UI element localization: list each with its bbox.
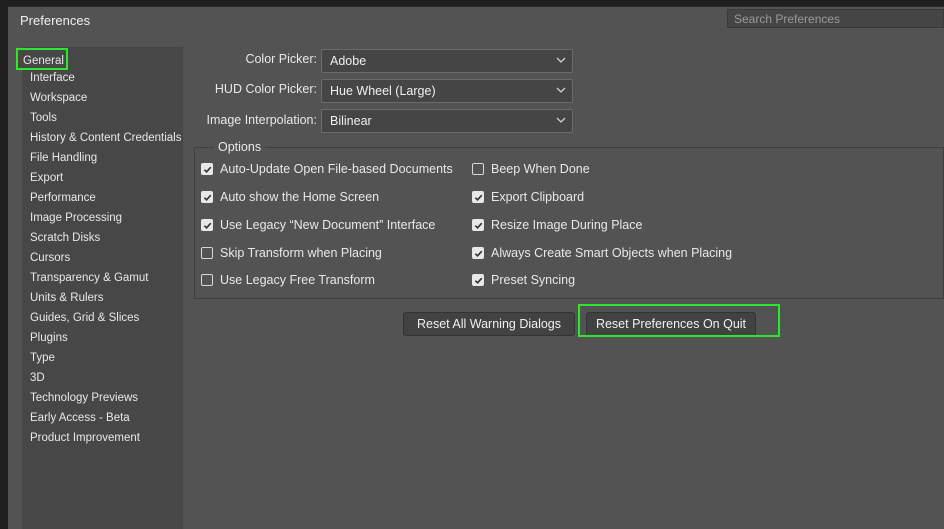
option-beep-when-done[interactable]: Beep When Done: [472, 160, 590, 178]
reset-all-warning-dialogs-button[interactable]: Reset All Warning Dialogs: [403, 312, 575, 336]
sidebar-item-units-rulers[interactable]: Units & Rulers: [26, 289, 108, 307]
option-label: Auto-Update Open File-based Documents: [220, 162, 453, 176]
checkmark-icon: [474, 222, 482, 229]
image-interpolation-label: Image Interpolation:: [206, 113, 318, 127]
checkmark-icon: [203, 222, 211, 229]
sidebar-item-export[interactable]: Export: [26, 169, 67, 187]
sidebar-item-transparency-gamut[interactable]: Transparency & Gamut: [26, 269, 152, 287]
option-label: Use Legacy Free Transform: [220, 273, 375, 287]
sidebar-item-guides-grid-slices[interactable]: Guides, Grid & Slices: [26, 309, 143, 327]
hud-color-picker-value: Hue Wheel (Large): [330, 84, 436, 98]
background-edge: [0, 0, 8, 528]
reset-preferences-on-quit-button[interactable]: Reset Preferences On Quit: [586, 312, 756, 336]
color-picker-label: Color Picker:: [245, 52, 317, 66]
option-label: Preset Syncing: [491, 273, 576, 287]
option-resize-image-during-place[interactable]: Resize Image During Place: [472, 216, 642, 234]
checkmark-icon: [203, 194, 211, 201]
chevron-down-icon: [556, 87, 566, 93]
sidebar-item-general[interactable]: General: [16, 48, 68, 70]
checkbox-unchecked[interactable]: [201, 274, 213, 286]
checkmark-icon: [474, 277, 482, 284]
option-label: Use Legacy “New Document” Interface: [220, 218, 436, 232]
checkbox-checked[interactable]: [201, 191, 213, 203]
image-interpolation-dropdown[interactable]: Bilinear: [321, 109, 573, 133]
checkmark-icon: [474, 250, 482, 257]
option-preset-syncing[interactable]: Preset Syncing: [472, 271, 575, 289]
option-label: Export Clipboard: [491, 190, 585, 204]
sidebar-item-interface[interactable]: Interface: [26, 69, 79, 87]
sidebar-item-3d[interactable]: 3D: [26, 369, 49, 387]
sidebar-item-scratch-disks[interactable]: Scratch Disks: [26, 229, 104, 247]
sidebar-item-cursors[interactable]: Cursors: [26, 249, 74, 267]
option-label: Skip Transform when Placing: [220, 246, 382, 260]
option-skip-transform-when-placing[interactable]: Skip Transform when Placing: [201, 244, 382, 262]
checkbox-checked[interactable]: [472, 219, 484, 231]
option-label: Auto show the Home Screen: [220, 190, 380, 204]
sidebar-item-type[interactable]: Type: [26, 349, 59, 367]
image-interpolation-value: Bilinear: [330, 114, 372, 128]
checkbox-checked[interactable]: [472, 274, 484, 286]
chevron-down-icon: [556, 57, 566, 63]
sidebar-item-file-handling[interactable]: File Handling: [26, 149, 101, 167]
options-legend: Options: [214, 140, 266, 154]
option-export-clipboard[interactable]: Export Clipboard: [472, 188, 584, 206]
dialog-title: Preferences: [20, 13, 91, 28]
option-label: Beep When Done: [491, 162, 590, 176]
sidebar-item-workspace[interactable]: Workspace: [26, 89, 91, 107]
option-auto-show-the-home-screen[interactable]: Auto show the Home Screen: [201, 188, 379, 206]
hud-color-picker-dropdown[interactable]: Hue Wheel (Large): [321, 79, 573, 103]
checkbox-checked[interactable]: [201, 163, 213, 175]
search-preferences-input[interactable]: [727, 9, 944, 28]
color-picker-dropdown[interactable]: Adobe: [321, 49, 573, 73]
sidebar-item-performance[interactable]: Performance: [26, 189, 100, 207]
checkmark-icon: [474, 194, 482, 201]
sidebar-item-technology-previews[interactable]: Technology Previews: [26, 389, 142, 407]
option-always-create-smart-objects-when-placing[interactable]: Always Create Smart Objects when Placing: [472, 244, 732, 262]
checkbox-unchecked[interactable]: [201, 247, 213, 259]
option-use-legacy-free-transform[interactable]: Use Legacy Free Transform: [201, 271, 375, 289]
sidebar-item-product-improvement[interactable]: Product Improvement: [26, 429, 144, 447]
preferences-dialog: Preferences GeneralInterface Workspace Too…: [8, 6, 944, 529]
sidebar-item-early-access-beta[interactable]: Early Access - Beta: [26, 409, 134, 427]
chevron-down-icon: [556, 117, 566, 123]
option-label: Resize Image During Place: [491, 218, 643, 232]
checkbox-unchecked[interactable]: [472, 163, 484, 175]
option-use-legacy-new-document-interface[interactable]: Use Legacy “New Document” Interface: [201, 216, 435, 234]
sidebar-item-history-content-credentials[interactable]: History & Content Credentials: [26, 129, 185, 147]
checkbox-checked[interactable]: [201, 219, 213, 231]
sidebar-item-tools[interactable]: Tools: [26, 109, 61, 127]
sidebar-item-plugins[interactable]: Plugins: [26, 329, 72, 347]
sidebar-item-image-processing[interactable]: Image Processing: [26, 209, 126, 227]
checkmark-icon: [203, 166, 211, 173]
checkbox-checked[interactable]: [472, 247, 484, 259]
hud-color-picker-label: HUD Color Picker:: [214, 82, 317, 96]
preferences-sidebar: General Interface Workspace Tools History & …: [16, 47, 185, 529]
option-auto-update-open-file-based-documents[interactable]: Auto-Update Open File-based Documents: [201, 160, 453, 178]
option-label: Always Create Smart Objects when Placing: [491, 246, 733, 260]
color-picker-value: Adobe: [330, 54, 367, 68]
checkbox-checked[interactable]: [472, 191, 484, 203]
